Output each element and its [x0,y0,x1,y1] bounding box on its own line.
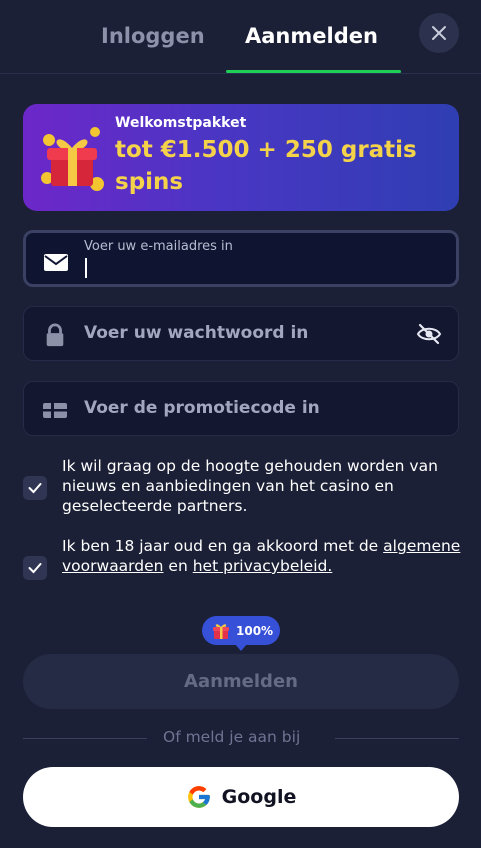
terms-checkbox[interactable] [23,556,47,580]
promo-code-field[interactable]: Voer de promotiecode in [23,381,459,436]
terms-consent: Ik ben 18 jaar oud en ga akkoord met de … [23,536,460,596]
divider-line-right [335,738,459,739]
divider-line-left [23,738,147,739]
banner-title: tot €1.500 + 250 gratis spins [115,137,417,195]
bonus-badge-text: 100% [236,623,274,638]
gift-card-icon [43,403,67,418]
terms-text-mid: en [168,557,188,575]
google-signup-button[interactable]: Google [23,767,459,827]
register-button[interactable]: Aanmelden [23,654,459,709]
newsletter-consent: Ik wil graag op de hoogte gehouden worde… [23,456,459,518]
tab-register[interactable]: Aanmelden [245,24,378,48]
email-field[interactable]: Voer uw e-mailadres in [23,230,459,287]
privacy-link[interactable]: het privacybeleid. [193,557,333,575]
promo-placeholder: Voer de promotiecode in [84,398,320,418]
email-label: Voer uw e-mailadres in [84,239,233,254]
active-tab-indicator [226,70,401,73]
gift-icon [213,623,229,639]
terms-text-before: Ik ben 18 jaar oud en ga akkoord met de [62,537,379,555]
password-field[interactable]: Voer uw wachtwoord in [23,306,459,361]
close-icon [432,26,446,40]
newsletter-checkbox[interactable] [23,476,47,500]
eye-off-icon[interactable] [416,321,442,347]
auth-tabs: Inloggen Aanmelden [0,0,481,74]
welcome-banner[interactable]: Welkomstpakket tot €1.500 + 250 gratis s… [23,104,459,211]
google-icon [187,786,210,808]
check-icon [28,563,42,574]
check-icon [28,483,42,494]
terms-consent-text: Ik ben 18 jaar oud en ga akkoord met de … [62,536,472,576]
password-placeholder: Voer uw wachtwoord in [84,323,309,343]
close-button[interactable] [419,13,459,53]
text-caret [85,258,87,278]
divider-text: Of meld je aan bij [163,728,301,746]
envelope-icon [44,254,68,271]
lock-icon [46,323,64,347]
tab-login[interactable]: Inloggen [101,24,205,48]
bonus-badge-pointer [234,643,248,651]
gift-icon [41,127,104,191]
banner-kicker: Welkomstpakket [115,115,247,131]
newsletter-consent-text: Ik wil graag op de hoogte gehouden worde… [62,457,438,515]
bonus-badge: 100% [202,616,280,645]
google-label: Google [221,786,297,808]
